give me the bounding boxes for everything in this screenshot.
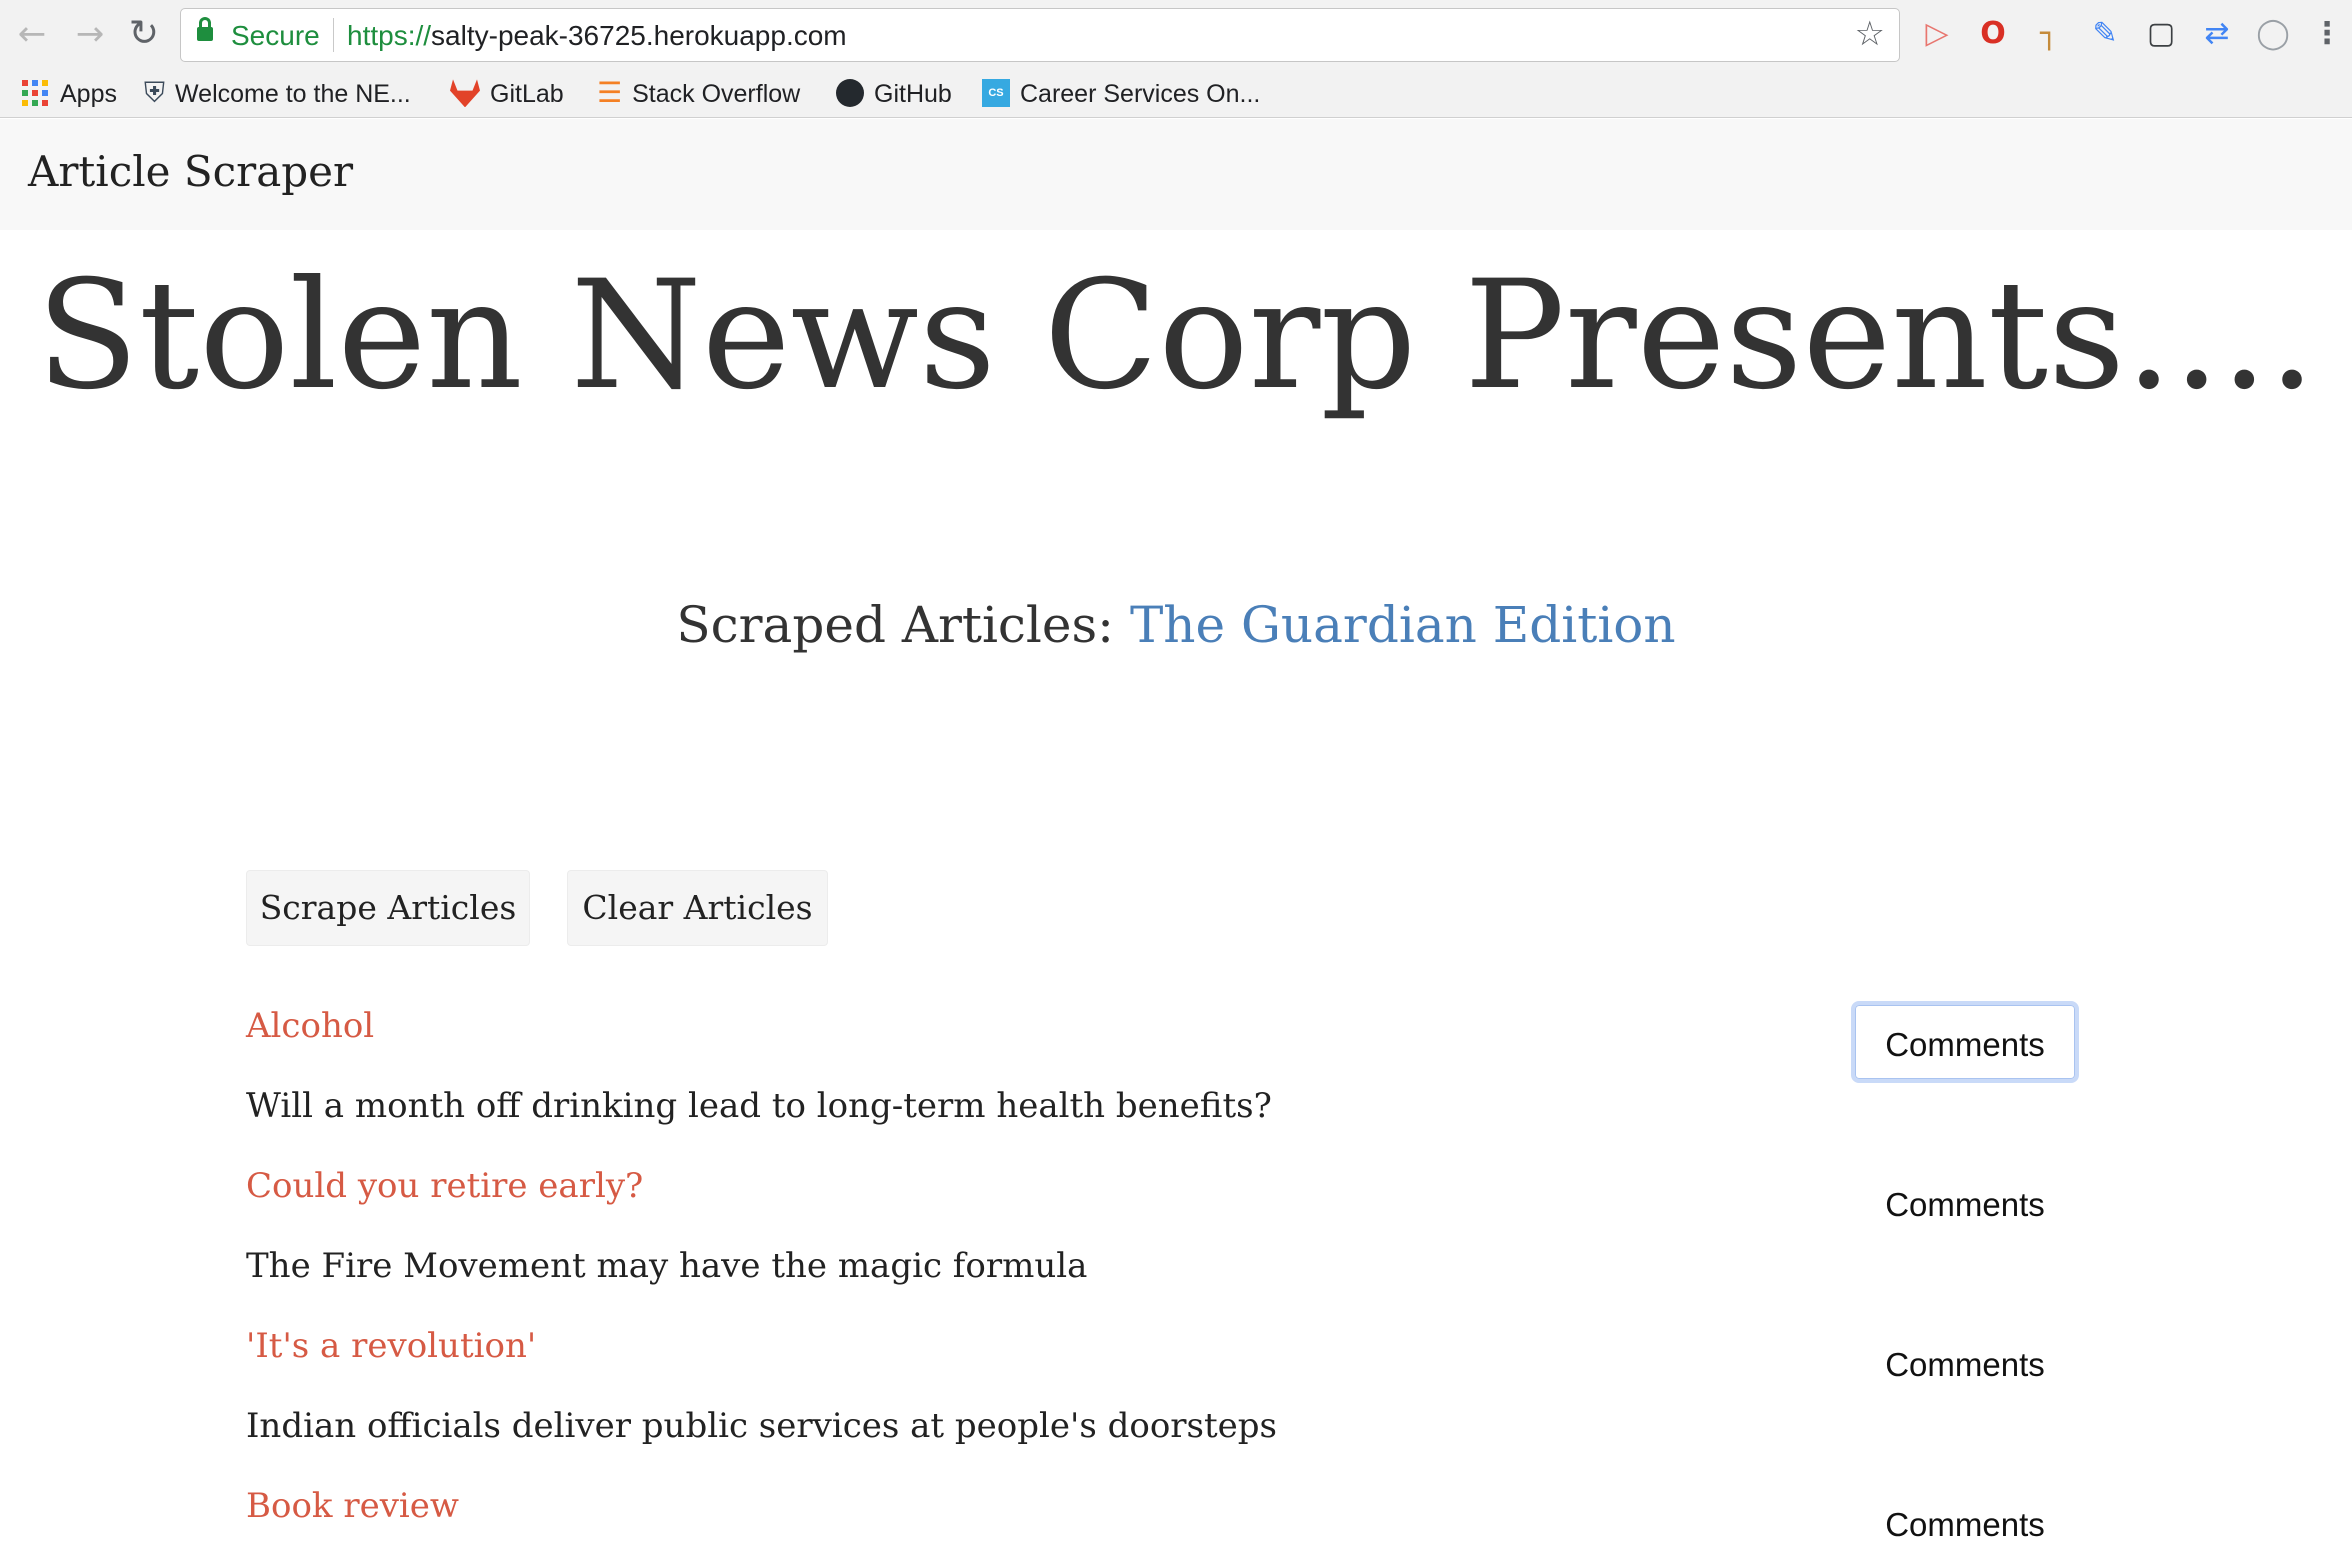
extension-icons: ▷ O ┐ ✎ ▢ ⇄ ◯ ⋮	[1915, 12, 2345, 58]
article-headline[interactable]: Book review	[246, 1486, 459, 1526]
article-headline[interactable]: Could you retire early?	[246, 1166, 643, 1206]
ruler-icon[interactable]: ┐	[2027, 12, 2071, 56]
bookmarks-bar: Apps ⛨ Welcome to the NE... GitLab ☰ Stack…	[0, 70, 2352, 118]
guardian-link[interactable]: The Guardian Edition	[1130, 596, 1676, 654]
screencast-icon[interactable]: ▷	[1915, 12, 1959, 56]
comments-button[interactable]: Comments	[1851, 1161, 2079, 1243]
page-title: Stolen News Corp Presents....	[36, 249, 2316, 423]
url-text[interactable]: https://salty-peak-36725.herokuapp.com	[347, 20, 847, 52]
lock-icon	[197, 17, 213, 45]
page-subtitle: Scraped Articles: The Guardian Edition	[0, 596, 2352, 654]
shield-icon: ⛨	[144, 76, 166, 110]
article-headline[interactable]: Alcohol	[246, 1006, 374, 1046]
comments-button[interactable]: Comments	[1851, 1001, 2079, 1083]
article-summary: Will a month off drinking lead to long-t…	[246, 1086, 1272, 1126]
swap-icon[interactable]: ⇄	[2195, 12, 2239, 56]
bookmark-career-services[interactable]: CS Career Services On...	[982, 76, 1260, 112]
screenshot-icon[interactable]: ▢	[2139, 12, 2183, 56]
bookmark-star-icon[interactable]: ☆	[1855, 14, 1885, 54]
article-summary: Indian officials deliver public services…	[246, 1406, 1277, 1446]
site-navbar: Article Scraper	[0, 119, 2352, 230]
scrape-articles-button[interactable]: Scrape Articles	[246, 870, 530, 946]
url-scheme: https://	[347, 20, 432, 51]
bookmark-gitlab[interactable]: GitLab	[450, 76, 564, 112]
comments-button[interactable]: Comments	[1851, 1321, 2079, 1403]
browser-chrome: ← → ↻ Secure https://salty-peak-36725.he…	[0, 0, 2352, 118]
bookmark-label: Career Services On...	[1020, 80, 1261, 108]
comments-button[interactable]: Comments	[1851, 1481, 2079, 1563]
bookmark-label: Welcome to the NE...	[175, 80, 411, 108]
career-services-icon: CS	[982, 79, 1010, 108]
article-summary: The Fire Movement may have the magic for…	[246, 1246, 1088, 1286]
address-bar[interactable]: Secure https://salty-peak-36725.herokuap…	[180, 8, 1900, 62]
color-picker-icon[interactable]: ✎	[2083, 12, 2127, 56]
bookmark-label: Apps	[60, 80, 117, 108]
stackoverflow-icon: ☰	[597, 76, 623, 110]
reload-icon[interactable]: ↻	[124, 14, 164, 54]
opera-icon[interactable]: O	[1971, 12, 2015, 56]
article-headline[interactable]: 'It's a revolution'	[246, 1326, 536, 1366]
bookmark-apps[interactable]: Apps	[22, 76, 117, 112]
subtitle-prefix: Scraped Articles:	[676, 596, 1115, 654]
forward-arrow-icon[interactable]: →	[70, 14, 110, 54]
more-icon[interactable]: ⋮	[2305, 12, 2349, 56]
gitlab-icon	[450, 79, 480, 108]
bookmark-label: Stack Overflow	[632, 80, 801, 108]
bookmark-label: GitHub	[874, 80, 952, 108]
apps-grid-icon	[22, 80, 48, 107]
toolbar: ← → ↻ Secure https://salty-peak-36725.he…	[0, 0, 2352, 70]
security-label: Secure	[231, 20, 320, 51]
url-divider	[333, 18, 334, 52]
clear-articles-button[interactable]: Clear Articles	[567, 870, 828, 946]
bookmark-github[interactable]: GitHub	[836, 76, 952, 112]
back-arrow-icon[interactable]: ←	[12, 14, 52, 54]
bookmark-label: GitLab	[490, 80, 564, 108]
bookmark-welcome[interactable]: ⛨ Welcome to the NE...	[144, 76, 411, 112]
bookmark-stack-overflow[interactable]: ☰ Stack Overflow	[597, 76, 800, 112]
navbar-brand[interactable]: Article Scraper	[28, 147, 353, 196]
github-icon	[836, 79, 864, 108]
json-viewer-icon[interactable]: ◯	[2251, 12, 2295, 56]
url-host: salty-peak-36725.herokuapp.com	[431, 20, 847, 51]
